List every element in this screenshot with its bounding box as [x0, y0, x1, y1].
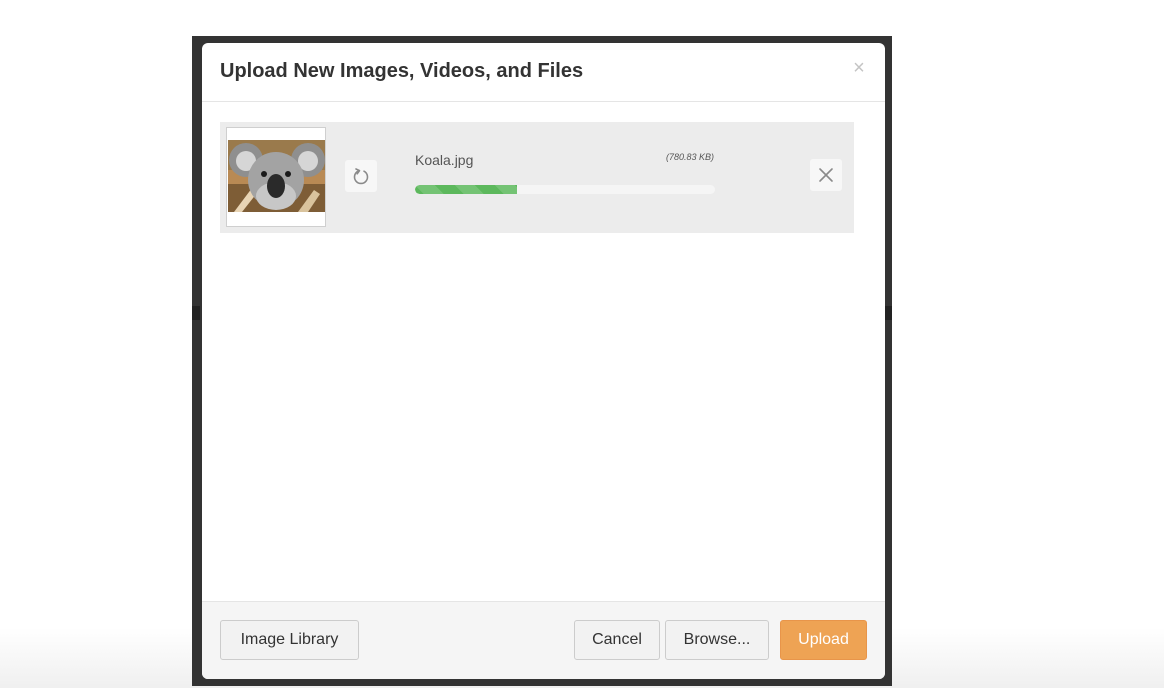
modal-title: Upload New Images, Videos, and Files	[220, 60, 584, 82]
modal-footer: Image Library Cancel Browse... Upload	[202, 601, 885, 679]
cancel-button[interactable]: Cancel	[574, 620, 660, 660]
close-icon[interactable]: ×	[850, 57, 868, 79]
upload-button[interactable]: Upload	[780, 620, 867, 660]
upload-modal: Upload New Images, Videos, and Files × K…	[202, 43, 885, 679]
close-icon	[819, 168, 833, 182]
browse-button[interactable]: Browse...	[665, 620, 769, 660]
file-thumbnail	[226, 127, 326, 227]
backdrop-handle-right	[884, 306, 892, 320]
upload-progress-fill	[415, 185, 517, 194]
remove-file-button[interactable]	[810, 159, 842, 191]
refresh-icon	[353, 168, 369, 185]
upload-progress-bar	[415, 185, 715, 194]
page: Upload New Images, Videos, and Files × K…	[0, 0, 1164, 688]
image-library-button[interactable]: Image Library	[220, 620, 359, 660]
file-size: (780.83 KB)	[666, 152, 715, 162]
upload-file-row: Koala.jpg (780.83 KB)	[220, 122, 854, 233]
file-name: Koala.jpg	[415, 152, 474, 168]
retry-upload-button[interactable]	[345, 160, 377, 192]
backdrop-handle-left	[192, 306, 200, 320]
modal-header: Upload New Images, Videos, and Files ×	[202, 43, 885, 102]
koala-photo	[228, 140, 325, 212]
